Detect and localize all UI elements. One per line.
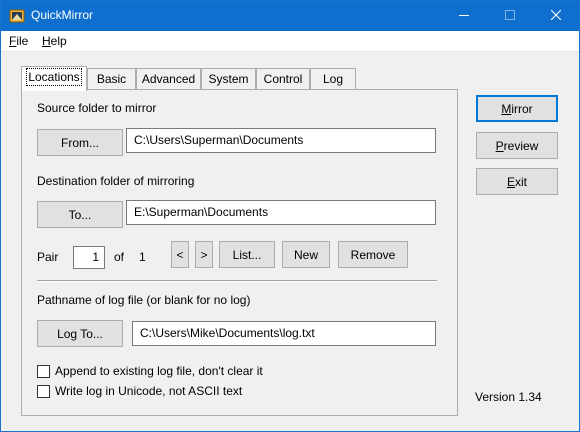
to-button[interactable]: To... xyxy=(37,201,123,228)
previous-pair-button[interactable]: < xyxy=(171,241,189,268)
unicode-log-label: Write log in Unicode, not ASCII text xyxy=(55,384,243,398)
from-button[interactable]: From... xyxy=(37,129,123,156)
log-path-label: Pathname of log file (or blank for no lo… xyxy=(37,293,251,307)
menu-file[interactable]: File xyxy=(9,34,28,48)
separator xyxy=(37,280,437,282)
close-button[interactable] xyxy=(533,1,579,31)
of-label: of xyxy=(114,250,125,264)
remove-button[interactable]: Remove xyxy=(338,241,408,268)
pair-label: Pair xyxy=(37,250,59,264)
tab-advanced[interactable]: Advanced xyxy=(136,68,201,89)
menu-help[interactable]: Help xyxy=(42,34,67,48)
append-log-label: Append to existing log file, don't clear… xyxy=(55,364,263,378)
log-to-button[interactable]: Log To... xyxy=(37,320,123,347)
unicode-log-checkbox[interactable] xyxy=(37,385,50,398)
tab-log[interactable]: Log xyxy=(310,68,356,89)
log-path-field[interactable]: C:\Users\Mike\Documents\log.txt xyxy=(132,321,436,346)
exit-button[interactable]: Exit xyxy=(476,168,558,195)
mirror-button[interactable]: Mirror xyxy=(476,95,558,122)
pair-number-field[interactable]: 1 xyxy=(73,246,105,269)
maximize-button[interactable] xyxy=(487,1,533,31)
app-icon xyxy=(9,8,25,24)
list-button[interactable]: List... xyxy=(219,241,275,268)
append-log-checkbox[interactable] xyxy=(37,365,50,378)
tab-control[interactable]: Control xyxy=(256,68,310,89)
menu-bar: File Help xyxy=(1,31,579,52)
next-pair-button[interactable]: > xyxy=(195,241,213,268)
maximize-icon xyxy=(505,9,515,23)
version-label: Version 1.34 xyxy=(475,390,542,404)
quickmirror-window: QuickMirror File Help Locations Basic Ad… xyxy=(0,0,580,432)
source-path-field[interactable]: C:\Users\Superman\Documents xyxy=(126,128,436,153)
minimize-button[interactable] xyxy=(441,1,487,31)
preview-button[interactable]: Preview xyxy=(476,132,558,159)
tab-locations[interactable]: Locations xyxy=(21,66,87,91)
window-title: QuickMirror xyxy=(31,8,93,22)
source-label: Source folder to mirror xyxy=(37,101,157,115)
tab-system[interactable]: System xyxy=(201,68,256,89)
new-button[interactable]: New xyxy=(282,241,330,268)
minimize-icon xyxy=(459,9,469,23)
tab-basic[interactable]: Basic xyxy=(87,68,136,89)
title-bar[interactable]: QuickMirror xyxy=(1,1,579,31)
locations-panel: Source folder to mirror From... C:\Users… xyxy=(21,89,458,416)
destination-label: Destination folder of mirroring xyxy=(37,174,195,188)
close-icon xyxy=(550,9,562,23)
pair-total: 1 xyxy=(139,250,146,264)
destination-path-field[interactable]: E:\Superman\Documents xyxy=(126,200,436,225)
